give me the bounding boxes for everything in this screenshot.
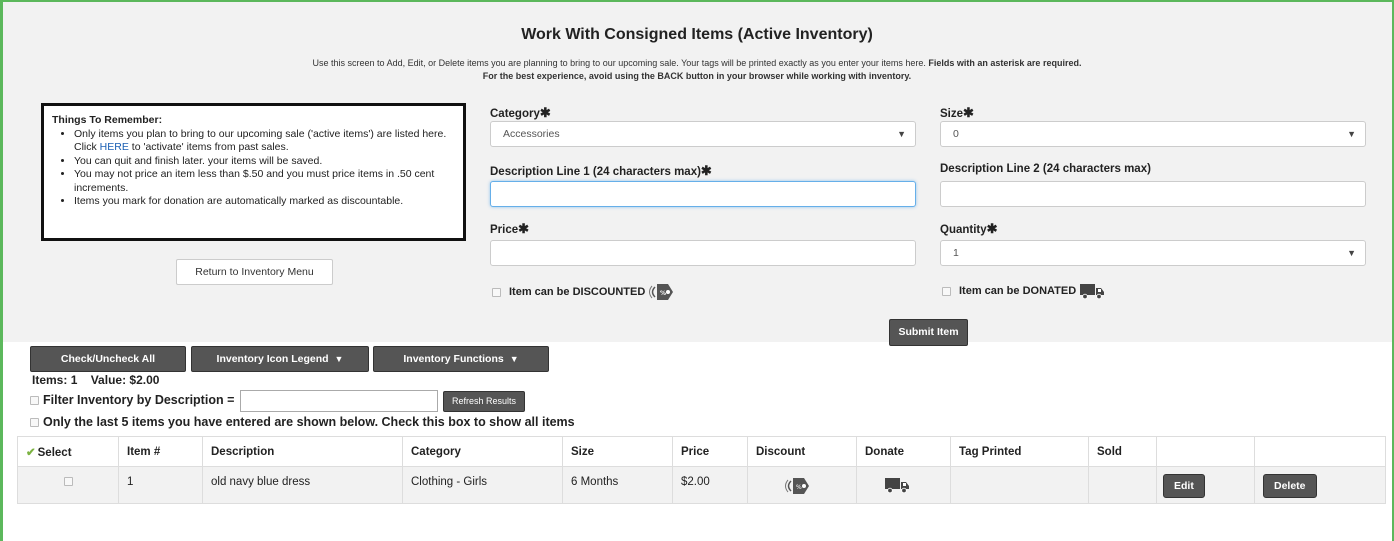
chevron-down-icon: ▼ xyxy=(334,354,344,364)
category-selected-value: Accessories xyxy=(503,128,560,140)
select-cell xyxy=(17,466,119,504)
discount-cell: % xyxy=(747,466,857,504)
quantity-selected-value: 1 xyxy=(953,247,959,259)
required-asterisk: ✱ xyxy=(518,221,530,236)
category-select[interactable]: Accessories ▼ xyxy=(490,121,916,147)
tag-printed-cell xyxy=(950,466,1089,504)
dropdown-caret-icon: ▼ xyxy=(1347,248,1356,258)
col-edit xyxy=(1156,436,1255,467)
col-price: Price xyxy=(672,436,748,467)
table-header-row: ✔ Select Item # Description Category Size… xyxy=(17,436,1386,467)
category-label: Category✱ xyxy=(490,105,551,120)
intro-back-warning: For the best experience, avoid using the… xyxy=(482,71,912,81)
table-row: 1 old navy blue dress Clothing - Girls 6… xyxy=(17,466,1386,504)
donate-cell xyxy=(856,466,951,504)
price-label: Price✱ xyxy=(490,221,530,236)
col-description: Description xyxy=(202,436,403,467)
col-discount: Discount xyxy=(747,436,857,467)
description-line1-label: Description Line 1 (24 characters max)✱ xyxy=(490,163,712,178)
description-line2-input[interactable] xyxy=(940,181,1366,207)
price-input[interactable] xyxy=(490,240,916,266)
intro-text: Use this screen to Add, Edit, or Delete … xyxy=(0,58,1394,68)
dropdown-caret-icon: ▼ xyxy=(1347,129,1356,139)
item-number-cell: 1 xyxy=(118,466,203,504)
price-cell: $2.00 xyxy=(672,466,748,504)
refresh-results-button[interactable]: Refresh Results xyxy=(443,391,525,412)
show-all-row: Only the last 5 items you have entered a… xyxy=(30,415,575,429)
svg-text:%: % xyxy=(660,290,666,297)
filter-checkbox[interactable] xyxy=(30,396,39,406)
filter-row: Filter Inventory by Description = xyxy=(30,393,234,407)
remember-item: You can quit and finish later. your item… xyxy=(74,155,453,169)
intro-plain: Use this screen to Add, Edit, or Delete … xyxy=(312,58,926,68)
col-delete xyxy=(1254,436,1386,467)
category-cell: Clothing - Girls xyxy=(402,466,563,504)
size-label: Size✱ xyxy=(940,105,974,120)
required-asterisk: ✱ xyxy=(986,221,998,236)
donate-option: Item can be DONATED xyxy=(942,282,1105,300)
discount-option: Item can be DISCOUNTED % xyxy=(492,282,674,302)
submit-item-button[interactable]: Submit Item xyxy=(889,319,968,346)
checkmark-icon: ✔ xyxy=(26,446,36,459)
inventory-functions-button[interactable]: Inventory Functions ▼ xyxy=(373,346,549,372)
size-selected-value: 0 xyxy=(953,128,959,140)
show-all-checkbox[interactable] xyxy=(30,418,39,428)
value-label: Value: xyxy=(90,373,127,387)
inventory-summary: Items: 1 Value: $2.00 xyxy=(32,373,159,387)
dropdown-caret-icon: ▼ xyxy=(897,129,906,139)
remember-heading: Things To Remember: xyxy=(52,114,163,126)
delete-cell: Delete xyxy=(1254,466,1386,504)
donate-truck-icon xyxy=(885,478,909,494)
col-size: Size xyxy=(562,436,673,467)
row-select-checkbox[interactable] xyxy=(63,477,73,487)
col-donate: Donate xyxy=(856,436,951,467)
col-select: ✔ Select xyxy=(17,436,119,467)
remember-list: Only items you plan to bring to our upco… xyxy=(52,128,453,209)
description-line1-input[interactable] xyxy=(490,181,916,207)
remember-item: You may not price an item less than $.50… xyxy=(74,168,453,195)
remember-item: Items you mark for donation are automati… xyxy=(74,195,453,209)
donate-checkbox[interactable] xyxy=(942,286,951,296)
donate-truck-icon xyxy=(1080,284,1105,300)
intro-required-note: Fields with an asterisk are required. xyxy=(928,58,1082,68)
description-cell: old navy blue dress xyxy=(202,466,403,504)
inventory-icon-legend-button[interactable]: Inventory Icon Legend ▼ xyxy=(191,346,369,372)
col-tag-printed: Tag Printed xyxy=(950,436,1089,467)
col-item-number: Item # xyxy=(118,436,203,467)
edit-cell: Edit xyxy=(1156,466,1255,504)
remember-item: Only items you plan to bring to our upco… xyxy=(74,128,453,155)
inventory-table: ✔ Select Item # Description Category Size… xyxy=(17,436,1386,504)
value-amount: $2.00 xyxy=(129,373,160,387)
required-asterisk: ✱ xyxy=(700,163,712,178)
filter-description-input[interactable] xyxy=(240,390,438,412)
discount-label: Item can be DISCOUNTED xyxy=(509,285,646,298)
required-asterisk: ✱ xyxy=(539,105,551,120)
check-uncheck-all-button[interactable]: Check/Uncheck All xyxy=(30,346,186,372)
things-to-remember-box: Things To Remember: Only items you plan … xyxy=(41,103,466,241)
discount-tag-icon: % xyxy=(649,284,674,300)
required-asterisk: ✱ xyxy=(963,105,974,120)
donate-label: Item can be DONATED xyxy=(959,284,1077,297)
description-line2-label: Description Line 2 (24 characters max) xyxy=(940,163,1151,175)
delete-button[interactable]: Delete xyxy=(1263,474,1317,498)
filter-label: Filter Inventory by Description = xyxy=(43,393,235,407)
chevron-down-icon: ▼ xyxy=(509,354,519,364)
items-label: Items: xyxy=(32,373,68,387)
svg-text:%: % xyxy=(796,484,802,491)
quantity-select[interactable]: 1 ▼ xyxy=(940,240,1366,266)
items-count: 1 xyxy=(70,373,78,387)
return-to-inventory-menu-button[interactable]: Return to Inventory Menu xyxy=(176,259,333,285)
show-all-label: Only the last 5 items you have entered a… xyxy=(43,415,575,429)
col-sold: Sold xyxy=(1088,436,1157,467)
discount-tag-icon: % xyxy=(785,478,809,494)
col-category: Category xyxy=(402,436,563,467)
edit-button[interactable]: Edit xyxy=(1163,474,1205,498)
page-title: Work With Consigned Items (Active Invent… xyxy=(521,26,873,43)
discount-checkbox[interactable] xyxy=(492,287,501,297)
size-cell: 6 Months xyxy=(562,466,673,504)
quantity-label: Quantity✱ xyxy=(940,221,998,236)
sold-cell xyxy=(1088,466,1157,504)
activate-here-link[interactable]: HERE xyxy=(100,141,129,153)
size-select[interactable]: 0 ▼ xyxy=(940,121,1366,147)
